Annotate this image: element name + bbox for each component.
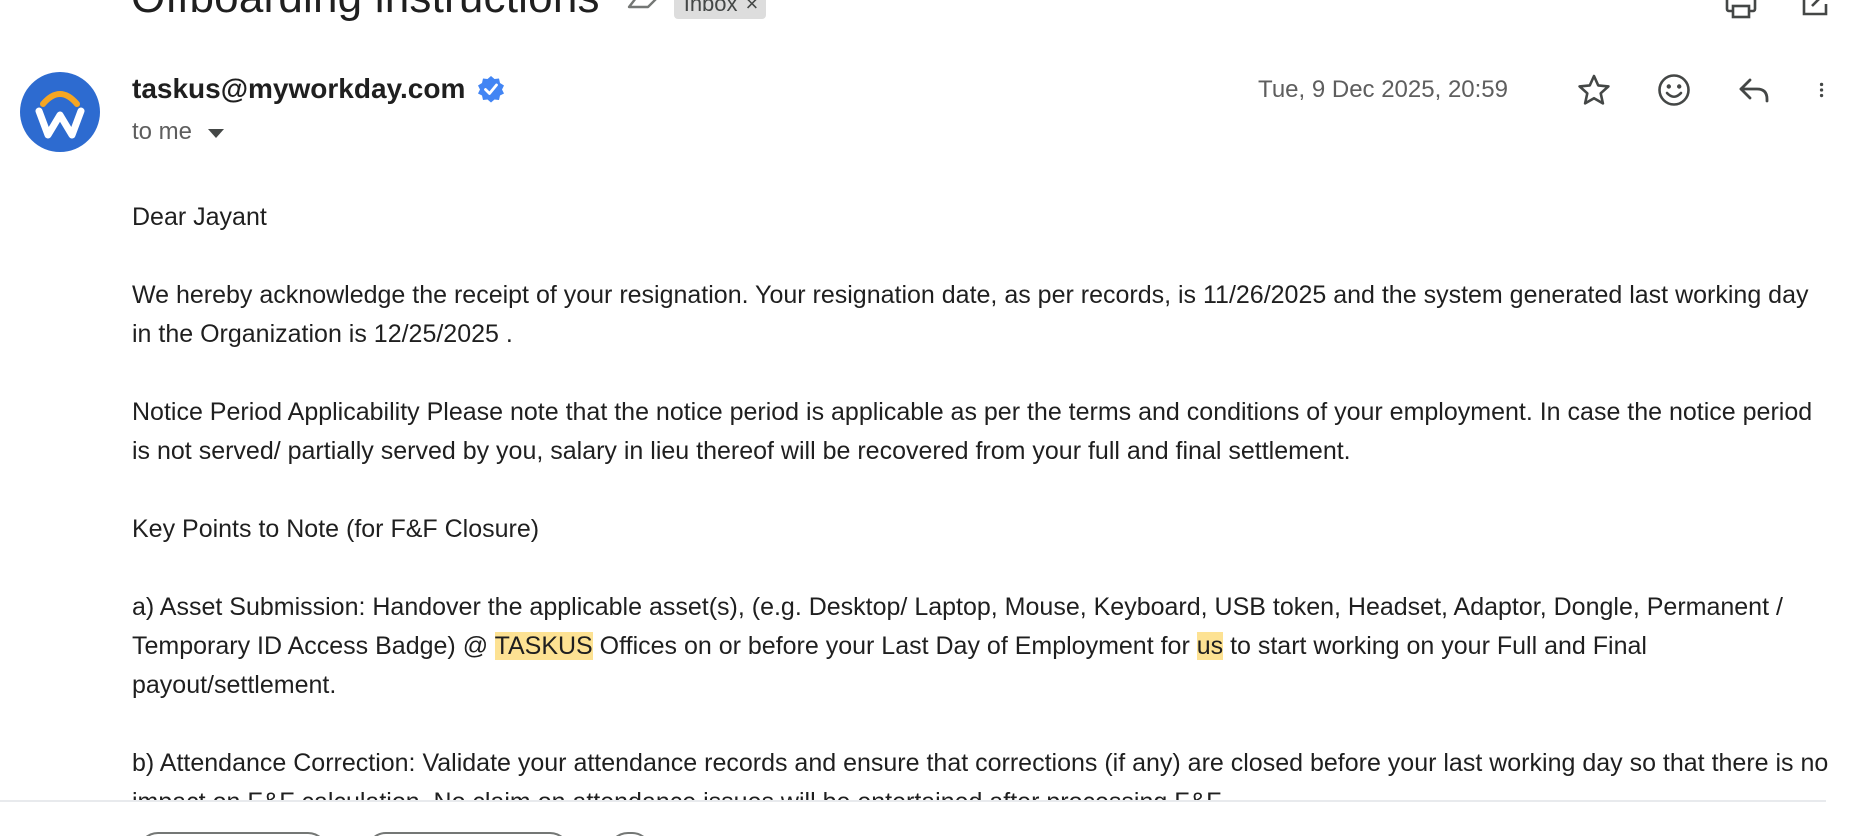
body-paragraph-asset-submission: a) Asset Submission: Handover the applic… [132,588,1832,705]
inbox-label-chip[interactable]: Inbox × [673,0,767,19]
show-details-caret-icon[interactable] [208,129,225,138]
sender-avatar[interactable] [20,72,100,152]
more-vertical-icon[interactable] [1816,72,1836,108]
verified-badge-icon [478,76,505,103]
emoji-reaction-icon[interactable] [1656,72,1692,108]
body-paragraph-resignation: We hereby acknowledge the receipt of you… [132,281,1809,348]
search-highlight: TASKUS [494,632,593,660]
star-icon[interactable] [1576,72,1612,108]
remove-label-icon[interactable]: × [746,0,759,17]
bottom-divider [0,800,1826,802]
print-icon[interactable] [1724,0,1758,20]
workday-logo-icon [35,91,85,139]
search-highlight: us [1196,632,1224,660]
forward-button[interactable] [366,832,570,836]
inbox-label-text: Inbox [683,0,738,16]
thread-actions [1724,0,1832,20]
email-subject: Offboarding instructions [131,0,600,23]
reply-icon[interactable] [1736,72,1772,108]
email-body: Dear Jayant We hereby acknowledge the re… [132,198,1832,801]
reply-button[interactable] [138,832,328,836]
sender-email[interactable]: taskus@myworkday.com [132,73,465,105]
message-actions [1576,72,1836,108]
recipient-row[interactable]: to me [132,118,225,146]
label-arrow-icon[interactable] [626,0,660,11]
body-paragraph-key-points: Key Points to Note (for F&F Closure) [132,515,540,543]
body-paragraph-attendance: b) Attendance Correction: Validate your … [132,749,1829,801]
sender-row: taskus@myworkday.com [132,73,505,105]
open-in-new-window-icon[interactable] [1798,0,1832,20]
recipient-text: to me [132,118,193,145]
subject-row: Offboarding instructions Inbox × [131,0,767,26]
emoji-button[interactable] [608,832,652,836]
body-greeting: Dear Jayant [132,203,267,231]
asset-text-part: Offices on or before your Last Day of Em… [592,632,1197,660]
body-paragraph-notice-period: Notice Period Applicability Please note … [132,398,1813,465]
email-date: Tue, 9 Dec 2025, 20:59 [1258,76,1508,103]
